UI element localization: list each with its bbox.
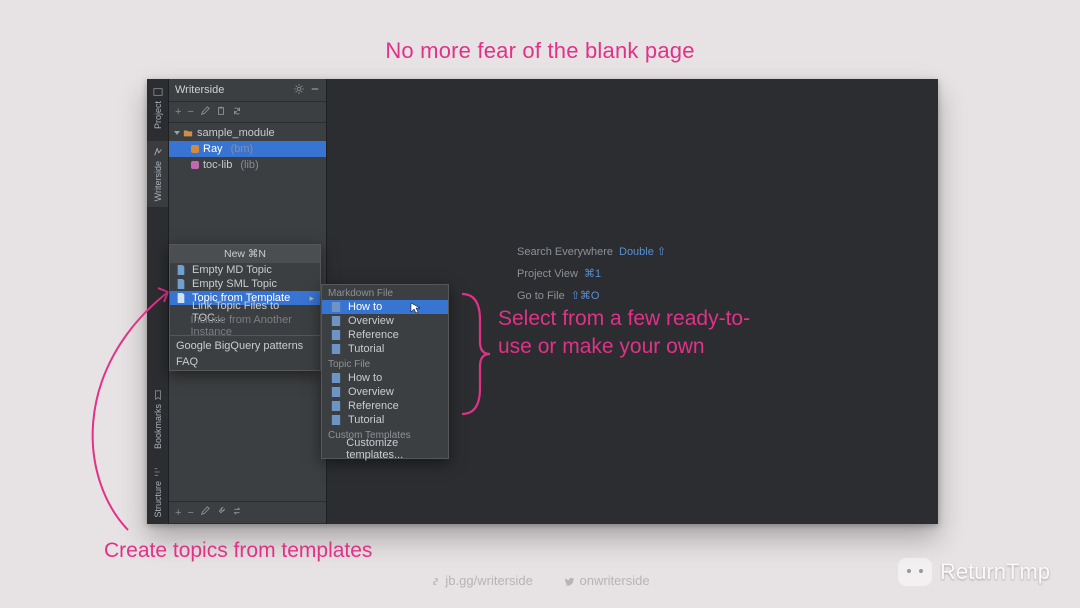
- writerside-icon: [153, 147, 163, 157]
- sidebar-toolbar-mid: + −: [169, 502, 326, 524]
- doc-icon: [176, 293, 186, 303]
- menu-header: New ⌘N: [170, 245, 320, 263]
- sidebar-toolbar-top: + −: [169, 101, 326, 123]
- submenu-item-howto[interactable]: How to: [322, 300, 448, 314]
- sidebar-header: Writerside: [169, 79, 326, 101]
- submenu-item-tutorial[interactable]: Tutorial: [322, 342, 448, 356]
- twitter-icon: [564, 576, 575, 587]
- gear-icon[interactable]: [294, 84, 304, 97]
- edit-icon[interactable]: [200, 506, 210, 519]
- wechat-icon: [898, 558, 932, 586]
- sync-icon[interactable]: [232, 106, 242, 119]
- submenu-item-tutorial2[interactable]: Tutorial: [322, 413, 448, 427]
- clipboard-icon[interactable]: [216, 106, 226, 119]
- new-menu[interactable]: New ⌘N Empty MD Topic Empty SML Topic To…: [169, 244, 321, 371]
- menu-item-empty-md[interactable]: Empty MD Topic: [170, 263, 320, 277]
- tree-item-toclib[interactable]: toc-lib (lib): [169, 157, 326, 173]
- wrench-icon[interactable]: [216, 506, 226, 519]
- hide-icon[interactable]: [310, 84, 320, 97]
- menu-item-empty-sml[interactable]: Empty SML Topic: [170, 277, 320, 291]
- caption-templates: Create topics from templates: [104, 537, 372, 565]
- footer-link[interactable]: jb.gg/writerside: [422, 571, 540, 590]
- editor-placeholder: Search EverywhereDouble ⇧ Project View⌘1…: [517, 241, 666, 307]
- tree: sample_module Ray (bm) toc-lib (lib): [169, 123, 326, 175]
- strip-bookmarks[interactable]: Bookmarks: [147, 384, 168, 455]
- template-submenu[interactable]: Markdown File How to Overview Reference …: [321, 284, 449, 459]
- tree-item-ray[interactable]: Ray (bm): [169, 141, 326, 157]
- tree-label: sample_module: [197, 127, 275, 139]
- footer-twitter[interactable]: onwriterside: [556, 571, 657, 590]
- doc-icon: [176, 279, 186, 289]
- remove-icon[interactable]: −: [187, 507, 193, 519]
- doc-icon: [176, 265, 186, 275]
- topic-icon: [191, 145, 199, 153]
- structure-icon: [153, 467, 163, 477]
- link-icon: [430, 576, 441, 587]
- toolwindow-strip: Project Writerside Bookmarks Structure: [147, 79, 169, 524]
- submenu-group-topic: Topic File: [322, 356, 448, 371]
- watermark: ReturnTmp: [898, 558, 1050, 586]
- menu-item-faq[interactable]: FAQ: [170, 354, 320, 370]
- add-icon[interactable]: +: [175, 507, 181, 519]
- strip-writerside[interactable]: Writerside: [147, 141, 168, 207]
- tree-module[interactable]: sample_module: [169, 125, 326, 141]
- swap-icon[interactable]: [232, 506, 242, 519]
- caption-select: Select from a few ready-to-use or make y…: [498, 305, 758, 362]
- project-icon: [153, 87, 163, 97]
- submenu-item-overview2[interactable]: Overview: [322, 385, 448, 399]
- tree-label: Ray: [203, 143, 223, 155]
- sidebar-title: Writerside: [175, 84, 288, 96]
- submenu-item-howto2[interactable]: How to: [322, 371, 448, 385]
- disclosure-icon[interactable]: [174, 131, 180, 135]
- tree-label: toc-lib: [203, 159, 232, 171]
- strip-structure[interactable]: Structure: [147, 461, 168, 524]
- submenu-item-overview[interactable]: Overview: [322, 314, 448, 328]
- submenu-item-customize[interactable]: Customize templates...: [322, 442, 448, 456]
- submenu-item-reference2[interactable]: Reference: [322, 399, 448, 413]
- topic-icon: [191, 161, 199, 169]
- submenu-group-md: Markdown File: [322, 285, 448, 300]
- headline: No more fear of the blank page: [0, 38, 1080, 64]
- folder-icon: [183, 128, 193, 138]
- strip-project[interactable]: Project: [147, 81, 168, 135]
- submenu-item-reference[interactable]: Reference: [322, 328, 448, 342]
- remove-icon[interactable]: −: [187, 106, 193, 118]
- edit-icon[interactable]: [200, 106, 210, 119]
- add-icon[interactable]: +: [175, 106, 181, 118]
- bookmark-icon: [153, 390, 163, 400]
- menu-item-include-another: Include from Another Instance: [170, 319, 320, 333]
- cursor-icon: [410, 302, 422, 314]
- menu-item-bigquery[interactable]: Google BigQuery patterns: [170, 338, 320, 354]
- template-icon: [330, 302, 342, 312]
